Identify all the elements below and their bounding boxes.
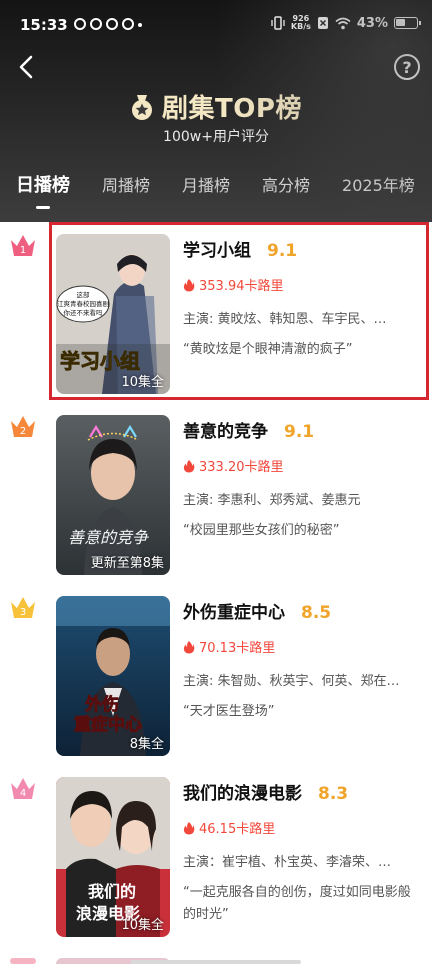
poster[interactable]: 这部 江爽青春校园喜剧 你还不来看吗 学习小组 10集全	[56, 234, 170, 394]
score: 8.3	[318, 784, 349, 804]
cast-list: 主演: 朱智勋、秋英宇、何英、郑在…	[183, 674, 400, 689]
net-speed: 926 KB/s	[291, 15, 311, 31]
rank-number: 1	[20, 245, 26, 256]
battery-percent: 43%	[356, 15, 388, 31]
flame-icon	[183, 459, 195, 472]
crown-rank-icon: 1	[11, 235, 35, 256]
item-info: 学习小组 9.1 353.94卡路里 主演: 黄旼炫、韩知恩、车宇民、… “黄旼…	[183, 236, 419, 361]
episode-badge: 10集全	[121, 918, 164, 933]
help-icon: ?	[402, 57, 412, 77]
item-info: 我们的浪漫电影 8.3 46.15卡路里 主演：崔宇植、朴宝英、李濬荣、… “一…	[183, 779, 419, 926]
poster-title-art: 我们的	[88, 882, 136, 901]
poster[interactable]: 我们的 浪漫电影 10集全	[56, 777, 170, 937]
ranking-list: 1 这部 江爽青春校园喜剧 你还不来看吗 学习小组 10集全 学习小组 9.1 …	[0, 222, 432, 964]
poster-bubble-line: 这部	[77, 290, 91, 299]
sim-off-icon	[317, 17, 328, 29]
heat-value: 333.20卡路里	[199, 460, 284, 475]
list-item[interactable]: 1 这部 江爽青春校园喜剧 你还不来看吗 学习小组 10集全 学习小组 9.1 …	[0, 222, 432, 394]
status-right: 926 KB/s 43%	[271, 15, 421, 31]
list-item[interactable]: 3 外伤 重症中心 8集全 外伤重症中心 8.5 70.13卡路里 主演: 朱智…	[0, 584, 432, 756]
poster[interactable]: 善意的竞争 更新至第8集	[56, 415, 170, 575]
cast-list: 主演：崔宇植、朴宝英、李濬荣、…	[183, 855, 392, 870]
poster-bubble-line: 江爽青春校园喜剧	[57, 299, 109, 308]
notification-icons	[74, 18, 142, 30]
app-icon	[122, 18, 134, 30]
show-title[interactable]: 我们的浪漫电影	[183, 779, 302, 804]
poster-image: 外伤 重症中心	[56, 596, 170, 756]
app-icon	[90, 18, 102, 30]
tab-2025[interactable]: 2025年榜	[342, 172, 415, 196]
next-crown-icon	[10, 958, 36, 964]
help-button[interactable]: ?	[394, 54, 420, 80]
back-arrow-icon	[19, 55, 33, 79]
score: 9.1	[267, 241, 298, 261]
tagline: “校园里那些女孩们的秘密”	[183, 523, 340, 538]
episode-badge: 8集全	[129, 737, 164, 752]
tab-daily[interactable]: 日播榜	[16, 171, 70, 197]
rank-number: 4	[20, 788, 26, 799]
show-title[interactable]: 善意的竞争	[183, 417, 268, 442]
ranking-tabs: 日播榜 周播榜 月播榜 高分榜 2025年榜	[0, 172, 432, 212]
flame-icon	[183, 640, 195, 653]
tab-monthly[interactable]: 月播榜	[182, 172, 230, 196]
poster-image: 这部 江爽青春校园喜剧 你还不来看吗 学习小组	[56, 234, 170, 394]
rank-number: 3	[20, 607, 26, 618]
net-speed-unit: KB/s	[290, 22, 311, 31]
cast-list: 主演: 李惠利、郑秀斌、姜惠元	[183, 493, 361, 508]
crown-rank-icon: 2	[11, 416, 35, 437]
poster-title-art: 外伤	[85, 694, 119, 715]
app-icon	[106, 18, 118, 30]
crown-rank-icon: 3	[11, 597, 35, 618]
score: 9.1	[284, 422, 315, 442]
status-time: 15:33	[20, 16, 68, 34]
poster-image: 善意的竞争	[56, 415, 170, 575]
page-subtitle: 100w+用户评分	[163, 129, 269, 145]
battery-icon	[394, 17, 421, 29]
poster-title-art: 学习小组	[60, 349, 140, 373]
medal-icon	[132, 94, 153, 120]
poster-bubble-line: 你还不来看吗	[64, 308, 104, 317]
title-row: 剧集TOP榜	[0, 88, 432, 125]
poster[interactable]: 外伤 重症中心 8集全	[56, 596, 170, 756]
cast-list: 主演: 黄旼炫、韩知恩、车宇民、…	[183, 312, 387, 327]
score: 8.5	[301, 603, 332, 623]
back-button[interactable]	[12, 52, 42, 82]
episode-badge: 更新至第8集	[90, 556, 164, 571]
more-dot-icon	[138, 23, 142, 27]
episode-badge: 10集全	[121, 375, 164, 390]
item-info: 外伤重症中心 8.5 70.13卡路里 主演: 朱智勋、秋英宇、何英、郑在… “…	[183, 598, 419, 723]
flame-icon	[183, 278, 195, 291]
poster-title-art: 重症中心	[74, 714, 142, 735]
show-title[interactable]: 外伤重症中心	[183, 598, 285, 623]
show-title[interactable]: 学习小组	[183, 236, 251, 261]
poster-image: 我们的 浪漫电影	[56, 777, 170, 937]
tagline: “天才医生登场”	[183, 704, 275, 719]
heat-value: 46.15卡路里	[199, 822, 276, 837]
list-item[interactable]: 2 善意的竞争 更新至第8集 善意的竞争 9.1 333.20卡路里 主演: 李…	[0, 403, 432, 575]
tab-weekly[interactable]: 周播榜	[102, 172, 150, 196]
tagline: “黄旼炫是个眼神清澈的疯子”	[183, 342, 353, 357]
header: 15:33 926 KB/s 43% ? 剧集TOP榜 100w+用户评分 日播…	[0, 0, 432, 222]
poster-title-art: 善意的竞争	[68, 528, 149, 547]
heat-value: 70.13卡路里	[199, 641, 276, 656]
app-icon	[74, 18, 86, 30]
status-bar: 15:33 926 KB/s 43%	[0, 0, 432, 50]
page-title: 剧集TOP榜	[162, 94, 302, 124]
tagline: “一起克服各自的创伤，度过如同电影般的时光”	[183, 885, 411, 922]
home-indicator	[131, 960, 301, 964]
tab-high-score[interactable]: 高分榜	[262, 172, 310, 196]
vibrate-icon	[271, 16, 285, 30]
heat-value: 353.94卡路里	[199, 279, 284, 294]
item-info: 善意的竞争 9.1 333.20卡路里 主演: 李惠利、郑秀斌、姜惠元 “校园里…	[183, 417, 419, 542]
wifi-icon	[335, 17, 351, 29]
list-item[interactable]: 4 我们的 浪漫电影 10集全 我们的浪漫电影 8.3 46.15卡路里 主演：…	[0, 765, 432, 937]
crown-rank-icon: 4	[11, 778, 35, 799]
rank-number: 2	[20, 426, 26, 437]
flame-icon	[183, 821, 195, 834]
